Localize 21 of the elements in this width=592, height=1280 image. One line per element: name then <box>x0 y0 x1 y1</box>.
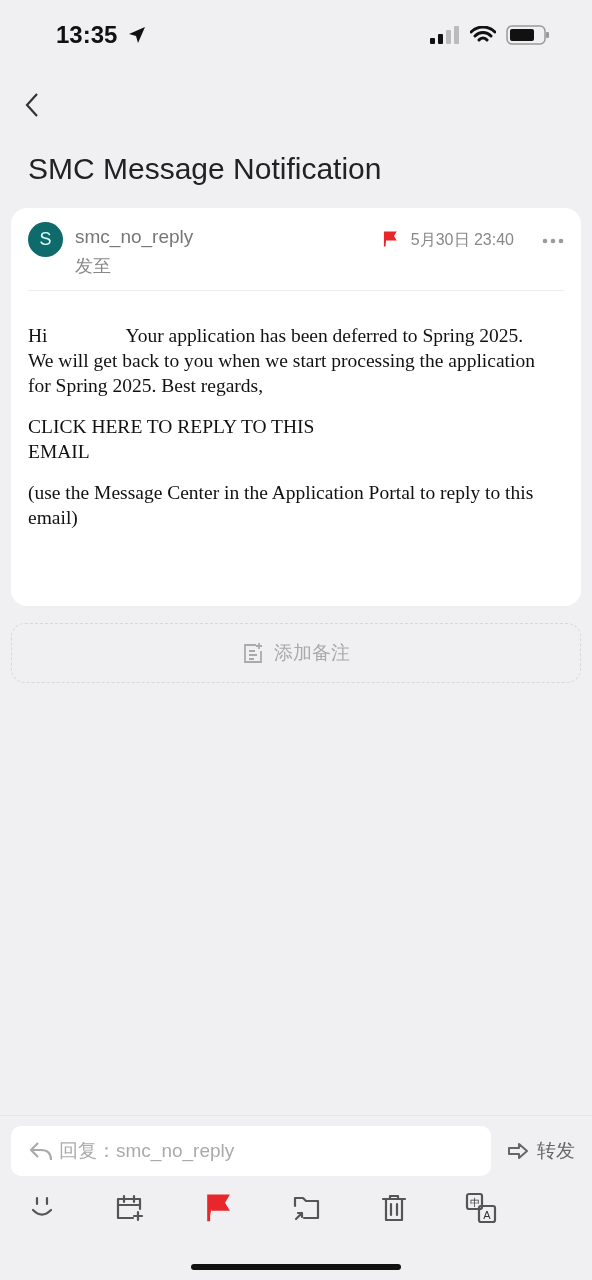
email-date: 5月30日 23:40 <box>410 230 514 250</box>
status-time: 13:35 <box>56 21 118 49</box>
forward-button[interactable]: 转发 <box>507 1138 581 1164</box>
email-paragraph: Hi Your application has been deferred to Spring 2025. We will get back to you when we start processing the application for Spring 2025. Best regards, <box>28 324 536 398</box>
sender-avatar: S <box>28 222 63 257</box>
wifi-icon <box>470 26 496 44</box>
reply-icon <box>29 1141 53 1161</box>
email-paragraph: CLICK HERE TO REPLY TO THIS EMAIL <box>28 415 316 464</box>
translate-button[interactable]: 中 A <box>464 1192 497 1224</box>
sender-name: smc_no_reply <box>75 226 195 248</box>
back-icon[interactable] <box>24 92 40 118</box>
email-paragraph: (use the Message Center in the Application Portal to reply to this email) <box>28 481 535 530</box>
note-icon <box>242 642 264 664</box>
battery-icon <box>506 25 550 45</box>
email-subject: SMC Message Notification <box>28 152 383 186</box>
reply-field[interactable]: 回复：smc_no_reply <box>11 1126 491 1176</box>
forward-icon <box>507 1142 529 1160</box>
recipient-label: 发至 <box>75 255 112 278</box>
signal-icon <box>430 26 460 44</box>
more-icon[interactable] <box>542 238 564 244</box>
location-arrow-icon <box>127 25 148 45</box>
